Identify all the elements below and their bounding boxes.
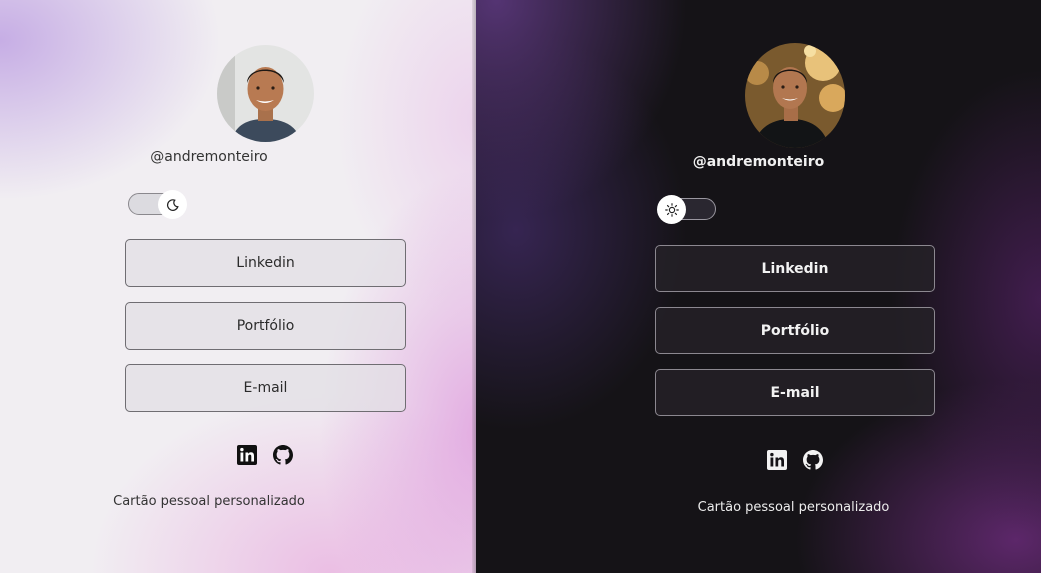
portfolio-button[interactable]: Portfólio: [125, 302, 406, 350]
theme-toggle[interactable]: [657, 195, 716, 224]
linkedin-icon[interactable]: [767, 450, 787, 470]
email-button[interactable]: E-mail: [655, 369, 935, 416]
theme-toggle-knob[interactable]: [158, 190, 187, 219]
username: @andremonteiro: [692, 154, 825, 170]
profile-photo: [745, 43, 845, 148]
sun-icon: [664, 202, 679, 217]
email-button[interactable]: E-mail: [125, 364, 406, 412]
linkedin-icon[interactable]: [237, 445, 257, 465]
social-links: [767, 450, 823, 470]
username: @andremonteiro: [150, 149, 268, 165]
moon-icon: [166, 198, 179, 211]
dark-theme-card: @andremonteiro Linkedin Portfólio E-mail: [476, 0, 1041, 573]
social-links: [237, 445, 293, 465]
portfolio-button[interactable]: Portfólio: [655, 307, 935, 354]
avatar: [217, 45, 314, 142]
avatar: [745, 43, 845, 148]
footer-caption: Cartão pessoal personalizado: [113, 494, 305, 509]
github-icon[interactable]: [803, 450, 823, 470]
theme-toggle-knob[interactable]: [657, 195, 686, 224]
github-icon[interactable]: [273, 445, 293, 465]
theme-toggle[interactable]: [128, 190, 187, 219]
linkedin-button[interactable]: Linkedin: [655, 245, 935, 292]
footer-caption: Cartão pessoal personalizado: [697, 500, 890, 515]
light-theme-card: @andremonteiro Linkedin Portfólio E-mail…: [0, 0, 476, 573]
linkedin-button[interactable]: Linkedin: [125, 239, 406, 287]
profile-photo: [217, 45, 314, 142]
